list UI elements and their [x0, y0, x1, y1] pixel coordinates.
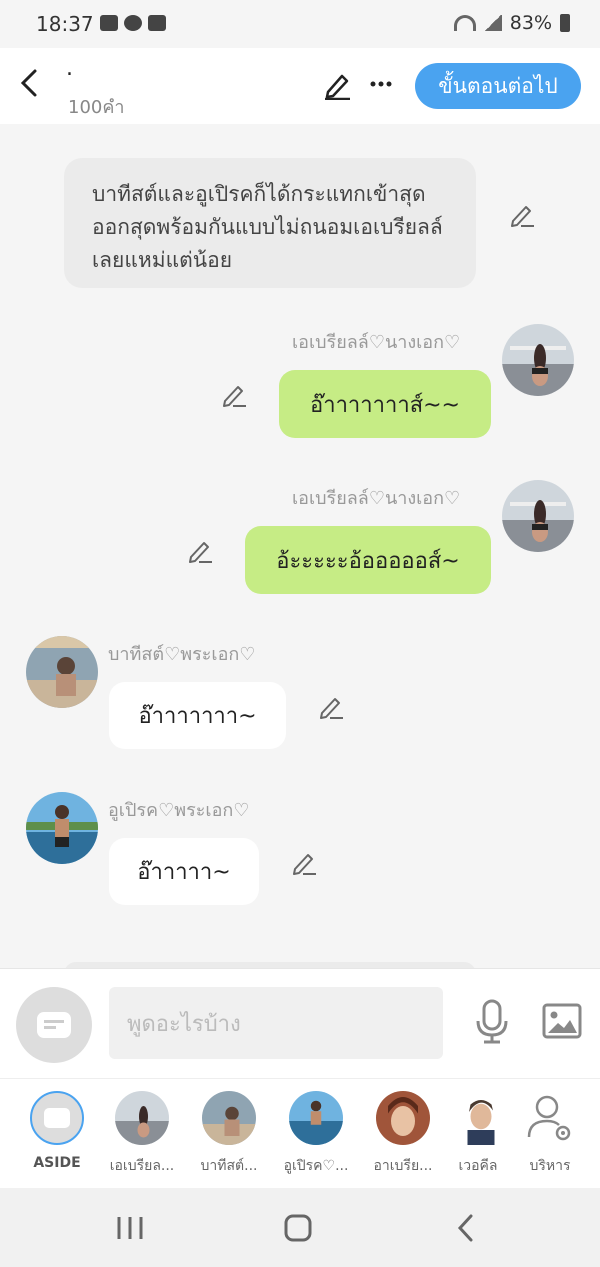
edit-narration-button[interactable]: [508, 201, 536, 229]
system-back-button[interactable]: [436, 1208, 496, 1248]
microphone-icon: [476, 999, 508, 1044]
home-button[interactable]: [268, 1208, 328, 1248]
signal-icon: [483, 15, 502, 31]
gallery-icon: [100, 15, 118, 31]
character-label: เอเบรียล...: [109, 1158, 175, 1174]
message-input[interactable]: พูดอะไรบ้าง: [109, 987, 443, 1059]
manage-characters-button[interactable]: บริหาร: [508, 1091, 592, 1177]
message-bubble[interactable]: อ้ะะะะะอ้อออออส์~: [245, 526, 491, 594]
character-label: อาเบรีย...: [373, 1158, 433, 1174]
edit-message-button[interactable]: [220, 381, 248, 409]
character-selector-bar: ASIDE เอเบรียล... บาทีสต์... อูเปิรค♡...…: [0, 1078, 600, 1189]
chat-notification-icon: [124, 15, 142, 31]
avatar: [115, 1091, 169, 1145]
character-label: ASIDE: [33, 1155, 81, 1171]
avatar-uperk[interactable]: [26, 792, 98, 864]
next-step-button[interactable]: ขั้นตอนต่อไป: [415, 63, 581, 109]
folder-icon: [148, 15, 166, 31]
recents-icon: [117, 1217, 143, 1239]
character-aside[interactable]: ASIDE: [15, 1091, 99, 1171]
aside-icon: [30, 1091, 84, 1145]
message-input-bar: พูดอะไรบ้าง: [0, 968, 600, 1079]
battery-percent: 83%: [509, 12, 552, 34]
home-icon: [284, 1214, 312, 1242]
pencil-icon: [511, 206, 534, 227]
microphone-button[interactable]: [474, 999, 510, 1045]
speaker-name: เอเบรียลล์♡นางเอก♡: [292, 488, 461, 509]
character-abria[interactable]: อาเบรีย...: [361, 1091, 445, 1177]
status-bar: 18:37 83%: [0, 0, 600, 48]
character-label: บริหาร: [529, 1158, 571, 1174]
recent-apps-button[interactable]: [100, 1208, 160, 1248]
top-app-bar: . 100คำ ขั้นตอนต่อไป: [0, 48, 600, 124]
edit-message-button[interactable]: [186, 537, 214, 565]
user-settings-icon: [523, 1091, 577, 1145]
avatar: [289, 1091, 343, 1145]
message-bubble[interactable]: อ๊าาาาาาา~: [109, 682, 286, 749]
chevron-left-icon: [20, 69, 37, 97]
aside-toggle-button[interactable]: [16, 987, 92, 1063]
word-count: 100คำ: [68, 97, 125, 118]
message-bubble[interactable]: อ๊าาาาาาาส์~~: [279, 370, 491, 438]
back-button[interactable]: [14, 68, 44, 106]
avatar-batiste[interactable]: [26, 636, 98, 708]
image-icon: [542, 1003, 582, 1039]
character-batiste[interactable]: บาทีสต์...: [187, 1091, 271, 1177]
avatar: [451, 1091, 505, 1145]
edit-message-button[interactable]: [317, 693, 345, 721]
aside-icon: [37, 1012, 71, 1038]
pencil-icon: [189, 542, 212, 563]
narration-bubble[interactable]: บาทีสต์และอูเปิรคก็ได้กระแทกเข้าสุดออกสุ…: [64, 158, 476, 288]
character-label: บาทีสต์...: [200, 1158, 258, 1174]
avatar-abrielle[interactable]: [502, 324, 574, 396]
status-time: 18:37: [36, 12, 94, 36]
edit-message-button[interactable]: [290, 849, 318, 877]
avatar-abrielle[interactable]: [502, 480, 574, 552]
message-bubble[interactable]: อ๊าาาาา~: [109, 838, 259, 905]
avatar: [376, 1091, 430, 1145]
avatar: [202, 1091, 256, 1145]
status-notification-icons: [100, 15, 166, 31]
speaker-name: อูเปิรค♡พระเอก♡: [108, 800, 250, 821]
character-label: อูเปิรค♡...: [283, 1158, 349, 1174]
more-horizontal-icon: [370, 81, 392, 87]
pencil-icon: [223, 386, 246, 407]
more-options-button[interactable]: [370, 62, 392, 99]
edit-title-button[interactable]: [322, 70, 352, 101]
battery-icon: [560, 14, 570, 32]
status-right: 83%: [453, 12, 570, 34]
insert-image-button[interactable]: [542, 1003, 582, 1039]
pencil-icon: [320, 698, 343, 719]
wifi-icon: [453, 15, 476, 31]
back-icon: [457, 1214, 473, 1242]
character-abrielle[interactable]: เอเบรียล...: [100, 1091, 184, 1177]
speaker-name: เอเบรียลล์♡นางเอก♡: [292, 332, 461, 353]
story-title[interactable]: .: [66, 56, 73, 81]
pencil-icon: [293, 854, 316, 875]
character-uperk[interactable]: อูเปิรค♡...: [274, 1091, 358, 1177]
system-navigation-bar: [0, 1188, 600, 1267]
pencil-icon: [325, 74, 350, 101]
speaker-name: บาทีสต์♡พระเอก♡: [108, 644, 256, 665]
